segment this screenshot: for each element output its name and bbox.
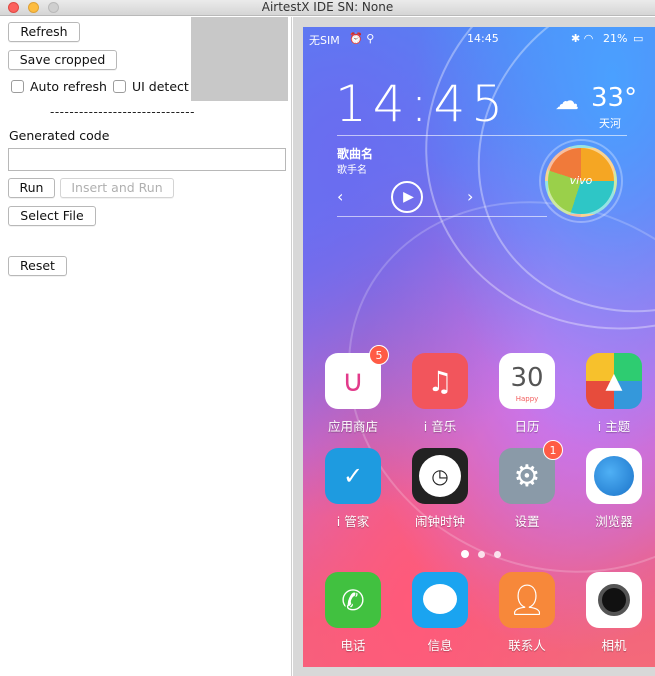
crop-preview: [191, 17, 288, 101]
page-indicator: [461, 543, 510, 562]
app-label: 相机: [601, 638, 627, 653]
app-window: AirtestX IDE SN: None Refresh Save cropp…: [0, 0, 655, 676]
contacts-app[interactable]: 👤︎ 联系人: [492, 572, 562, 654]
insert-and-run-button[interactable]: Insert and Run: [60, 178, 174, 198]
app-label: i 主题: [597, 419, 631, 434]
theme-icon: ▲: [586, 353, 642, 409]
run-button[interactable]: Run: [8, 178, 55, 198]
clock-hands-icon: ◷: [431, 464, 449, 488]
app-label: 设置: [514, 514, 540, 529]
app-store-app[interactable]: ∪ 5 应用商店: [318, 345, 389, 435]
clock-app[interactable]: ◷ 闹钟时钟: [405, 448, 475, 530]
app-label: 闹钟时钟: [414, 514, 465, 529]
select-file-button[interactable]: Select File: [8, 206, 96, 226]
control-panel: Refresh Save cropped Auto refresh UI det…: [0, 17, 292, 676]
notification-icons: ⏰ ⚲: [349, 32, 375, 45]
widget-temperature: 33°: [591, 83, 638, 113]
save-cropped-button[interactable]: Save cropped: [8, 50, 117, 70]
shield-icon: ✓: [325, 448, 381, 504]
next-track-icon[interactable]: ›: [467, 187, 473, 206]
checkbox-icon: [11, 80, 24, 93]
widget-city: 天河: [599, 117, 621, 130]
phone-status-bar: 无SIM ⏰ ⚲ 14:45 ✱ ◠ 21% ▭: [303, 27, 655, 51]
theme-app[interactable]: ▲ i 主题: [579, 353, 649, 435]
settings-app[interactable]: ⚙ 1 设置: [492, 440, 563, 530]
window-title: AirtestX IDE SN: None: [261, 0, 394, 14]
calendar-sub: Happy: [515, 395, 539, 403]
clock-icon: ◷: [412, 448, 468, 504]
bluetooth-wifi-icon: ✱ ◠: [571, 32, 594, 45]
title-bar: AirtestX IDE SN: None: [0, 0, 655, 16]
app-label: 应用商店: [327, 419, 378, 434]
globe-ball: [594, 456, 634, 496]
handset-icon: ✆: [341, 583, 365, 617]
app-label: 电话: [340, 638, 366, 653]
calendar-app[interactable]: 30 Happy 日历: [492, 353, 562, 435]
music-app[interactable]: ♫ i 音乐: [405, 353, 475, 435]
browser-app[interactable]: 浏览器: [579, 448, 649, 530]
widget-clock[interactable]: 14:45: [335, 75, 509, 133]
refresh-button[interactable]: Refresh: [8, 22, 80, 42]
gear-icon: ⚙ 1: [499, 440, 563, 504]
auto-refresh-label: Auto refresh: [30, 79, 107, 94]
camera-icon: [586, 572, 642, 628]
triangle-icon: ▲: [605, 368, 623, 394]
separator: ------------------------------: [50, 105, 195, 119]
battery-icon: ▭: [633, 32, 644, 45]
page-dot: [461, 550, 469, 558]
checkbox-icon: [113, 80, 126, 93]
status-time: 14:45: [467, 32, 499, 45]
app-label: 信息: [427, 638, 453, 653]
person-icon: 👤︎: [507, 582, 547, 618]
generated-code-field[interactable]: [8, 148, 286, 171]
music-note-icon: ♫: [427, 364, 453, 398]
generated-code-label: Generated code: [9, 128, 110, 143]
phone-app[interactable]: ✆ 电话: [318, 572, 388, 654]
vivo-logo-text: vivo: [569, 174, 593, 187]
lens-icon: [598, 584, 630, 616]
auto-refresh-checkbox[interactable]: Auto refresh: [11, 80, 107, 94]
ui-detect-checkbox[interactable]: UI detect: [113, 80, 189, 94]
app-label: i 管家: [336, 514, 370, 529]
reset-button[interactable]: Reset: [8, 256, 67, 276]
app-store-icon: ∪ 5: [325, 345, 389, 409]
device-screen[interactable]: 无SIM ⏰ ⚲ 14:45 ✱ ◠ 21% ▭ 14:45 ☁ 33° 天河 …: [303, 27, 655, 667]
vivo-widget[interactable]: vivo: [545, 145, 617, 217]
battery-text: 21%: [603, 32, 628, 45]
page-dot: [478, 551, 485, 558]
app-store-badge: 5: [369, 345, 389, 365]
camera-app[interactable]: 相机: [579, 572, 649, 654]
shield-check-icon: ✓: [342, 462, 364, 490]
globe-icon: [586, 448, 642, 504]
speech-bubble-icon: [423, 584, 457, 614]
previous-track-icon[interactable]: ‹: [337, 187, 343, 206]
play-icon[interactable]: ▶: [391, 181, 423, 213]
app-label: 联系人: [508, 638, 546, 653]
calendar-icon: 30 Happy: [499, 353, 555, 409]
app-label: i 音乐: [423, 419, 457, 434]
song-artist: 歌手名: [337, 165, 367, 176]
contacts-icon: 👤︎: [499, 572, 555, 628]
song-title: 歌曲名: [337, 147, 374, 161]
app-label: 日历: [514, 419, 540, 434]
carrier-text: 无SIM: [309, 34, 340, 47]
device-screen-panel: 无SIM ⏰ ⚲ 14:45 ✱ ◠ 21% ▭ 14:45 ☁ 33° 天河 …: [293, 17, 655, 676]
app-label: 浏览器: [595, 514, 633, 529]
weather-cloud-icon: ☁: [555, 87, 579, 115]
music-divider: [337, 216, 547, 217]
ui-detect-label: UI detect: [132, 79, 189, 94]
phone-icon: ✆: [325, 572, 381, 628]
widget-divider: [337, 135, 627, 136]
settings-badge: 1: [543, 440, 563, 460]
page-dot: [494, 551, 501, 558]
message-icon: [412, 572, 468, 628]
imanager-app[interactable]: ✓ i 管家: [318, 448, 388, 530]
music-icon: ♫: [412, 353, 468, 409]
messages-app[interactable]: 信息: [405, 572, 475, 654]
